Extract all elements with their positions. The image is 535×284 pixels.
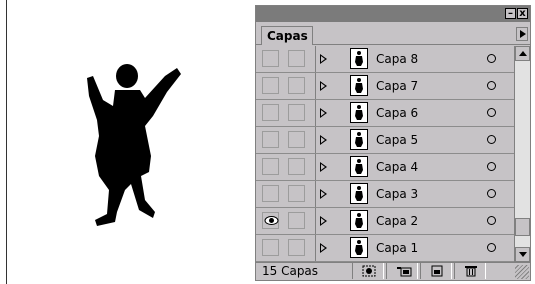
layer-row[interactable]: Capa 2	[256, 208, 514, 235]
expand-triangle-icon[interactable]	[320, 81, 327, 91]
visibility-toggle[interactable]	[262, 212, 279, 229]
layer-row[interactable]: Capa 7	[256, 73, 514, 100]
column-divider	[315, 127, 316, 153]
layer-thumbnail	[350, 237, 368, 258]
expand-triangle-icon[interactable]	[320, 216, 327, 226]
layer-row[interactable]: Capa 6	[256, 100, 514, 127]
column-divider	[315, 100, 316, 126]
expand-triangle-icon[interactable]	[320, 189, 327, 199]
layer-row[interactable]: Capa 1	[256, 235, 514, 262]
layer-row[interactable]: Capa 8	[256, 46, 514, 73]
layer-thumbnail	[350, 129, 368, 150]
column-divider	[315, 235, 316, 261]
layer-name[interactable]: Capa 1	[376, 241, 418, 255]
layer-row[interactable]: Capa 4	[256, 154, 514, 181]
new-set-button[interactable]	[386, 263, 418, 279]
layer-effect-circle-icon[interactable]	[487, 189, 496, 198]
mask-icon	[362, 265, 376, 277]
link-toggle[interactable]	[288, 131, 305, 148]
layer-name[interactable]: Capa 6	[376, 106, 418, 120]
layer-effect-circle-icon[interactable]	[487, 108, 496, 117]
panel-footer: 15 Capas	[256, 262, 530, 280]
panel-menu-arrow-icon[interactable]	[516, 27, 528, 41]
layer-list: Capa 8 Capa 7 Capa 6 Capa 5 Capa 4 Capa 3 Capa…	[256, 46, 514, 262]
column-divider	[315, 46, 316, 72]
expand-triangle-icon[interactable]	[320, 162, 327, 172]
panel-titlebar[interactable]: – x	[256, 6, 530, 22]
link-toggle[interactable]	[288, 50, 305, 67]
layers-panel: – x Capas Capa 8 Capa 7 Capa 6 Capa 5 Capa 4…	[255, 5, 531, 281]
link-toggle[interactable]	[288, 77, 305, 94]
layer-row[interactable]: Capa 5	[256, 127, 514, 154]
link-toggle[interactable]	[288, 239, 305, 256]
layer-effect-circle-icon[interactable]	[487, 81, 496, 90]
canvas-frame	[6, 0, 241, 284]
link-toggle[interactable]	[288, 158, 305, 175]
scroll-thumb[interactable]	[515, 218, 530, 236]
layer-thumbnail	[350, 156, 368, 177]
minimize-button[interactable]: –	[505, 8, 516, 19]
column-divider	[315, 208, 316, 234]
eye-icon	[264, 216, 279, 225]
vertical-scrollbar[interactable]	[514, 46, 530, 262]
link-toggle[interactable]	[288, 104, 305, 121]
layer-effect-circle-icon[interactable]	[487, 54, 496, 63]
layer-name[interactable]: Capa 8	[376, 52, 418, 66]
layer-name[interactable]: Capa 7	[376, 79, 418, 93]
tab-capas[interactable]: Capas	[261, 26, 313, 45]
visibility-toggle[interactable]	[262, 77, 279, 94]
visibility-toggle[interactable]	[262, 50, 279, 67]
document-canvas[interactable]	[0, 0, 241, 284]
layer-count: 15 Capas	[262, 264, 319, 278]
scroll-down-button[interactable]	[515, 247, 530, 262]
layer-thumbnail	[350, 75, 368, 96]
layer-effect-circle-icon[interactable]	[487, 243, 496, 252]
dancer-silhouette	[87, 64, 181, 226]
tab-row: Capas	[256, 22, 530, 45]
visibility-toggle[interactable]	[262, 131, 279, 148]
link-toggle[interactable]	[288, 185, 305, 202]
column-divider	[315, 154, 316, 180]
expand-triangle-icon[interactable]	[320, 54, 327, 64]
expand-triangle-icon[interactable]	[320, 108, 327, 118]
visibility-toggle[interactable]	[262, 158, 279, 175]
new-layer-icon	[431, 265, 443, 277]
visibility-toggle[interactable]	[262, 104, 279, 121]
layer-thumbnail	[350, 183, 368, 204]
delete-layer-button[interactable]	[454, 263, 486, 279]
column-divider	[315, 73, 316, 99]
layer-effect-circle-icon[interactable]	[487, 135, 496, 144]
layer-thumbnail	[350, 102, 368, 123]
mask-button[interactable]	[352, 263, 384, 279]
scroll-up-button[interactable]	[515, 46, 530, 61]
layer-effect-circle-icon[interactable]	[487, 216, 496, 225]
link-toggle[interactable]	[288, 212, 305, 229]
new-set-icon	[397, 267, 412, 277]
expand-triangle-icon[interactable]	[320, 243, 327, 253]
layer-thumbnail	[350, 48, 368, 69]
layer-thumbnail	[350, 210, 368, 231]
layer-effect-circle-icon[interactable]	[487, 162, 496, 171]
trash-icon	[465, 266, 477, 277]
visibility-toggle[interactable]	[262, 239, 279, 256]
layer-name[interactable]: Capa 4	[376, 160, 418, 174]
resize-grip-icon[interactable]	[515, 265, 529, 279]
layer-name[interactable]: Capa 2	[376, 214, 418, 228]
column-divider	[315, 181, 316, 207]
expand-triangle-icon[interactable]	[320, 135, 327, 145]
layer-row[interactable]: Capa 3	[256, 181, 514, 208]
new-layer-button[interactable]	[420, 263, 452, 279]
layer-name[interactable]: Capa 5	[376, 133, 418, 147]
close-button[interactable]: x	[517, 8, 528, 19]
visibility-toggle[interactable]	[262, 185, 279, 202]
layer-name[interactable]: Capa 3	[376, 187, 418, 201]
